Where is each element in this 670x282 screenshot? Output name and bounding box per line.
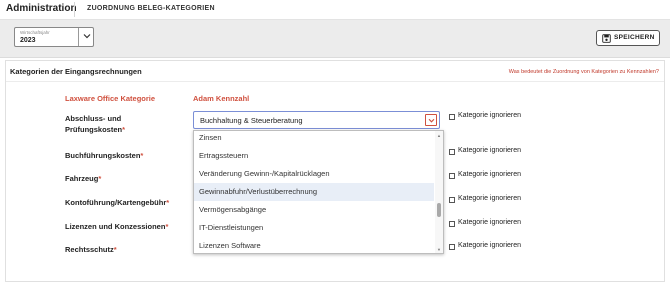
dropdown-option[interactable]: Veränderung Gewinn-/Kapitalrücklagen (194, 165, 434, 183)
fiscal-year-select[interactable]: Wirtschaftsjahr 2023 (14, 27, 94, 47)
scroll-down-icon[interactable]: ▼ (437, 247, 441, 252)
dropdown-option[interactable]: Vermögensabgänge (194, 201, 434, 219)
scrollbar-thumb[interactable] (437, 203, 441, 217)
kennzahl-select[interactable]: Buchhaltung & Steuerberatung (193, 111, 440, 129)
chevron-down-icon (428, 118, 435, 123)
row-label-line1: Abschluss- und (65, 114, 122, 123)
ignore-checkbox-row-6[interactable]: Kategorie ignorieren (449, 242, 549, 252)
app-title: Administration (6, 3, 77, 14)
column-header-category: Laxware Office Kategorie (65, 94, 156, 103)
checkbox-box[interactable] (449, 173, 455, 179)
panel-divider (6, 81, 664, 82)
ignore-checkbox-row-4[interactable]: Kategorie ignorieren (449, 195, 549, 205)
save-button-label: SPEICHERN (614, 34, 655, 41)
row-label-kontofuehrung: Kontoführung/Kartengebühr* (65, 198, 170, 207)
checkbox-label: Kategorie ignorieren (458, 112, 522, 119)
save-button[interactable]: SPEICHERN (596, 30, 660, 46)
checkbox-label: Kategorie ignorieren (458, 171, 522, 178)
page-title: ZUORDNUNG BELEG-KATEGORIEN (87, 5, 215, 12)
scroll-up-icon[interactable]: ▲ (437, 133, 441, 138)
row-label-rechtsschutz: Rechtsschutz* (65, 245, 117, 254)
select-divider (78, 28, 79, 46)
floppy-disk-icon (602, 34, 611, 43)
ignore-checkbox-row-3[interactable]: Kategorie ignorieren (449, 171, 549, 181)
category-panel: Kategorien der Eingangsrechnungen Was be… (5, 60, 665, 282)
row-label-fahrzeug: Fahrzeug* (65, 174, 102, 183)
dropdown-option-selected[interactable]: Gewinnabfuhr/Verlustüberrechnung (194, 183, 434, 201)
checkbox-box[interactable] (449, 221, 455, 227)
checkbox-box[interactable] (449, 149, 455, 155)
dropdown-scrollbar[interactable]: ▲ ▼ (435, 131, 443, 253)
checkbox-box[interactable] (449, 197, 455, 203)
dropdown-option[interactable]: IT-Dienstleistungen (194, 219, 434, 237)
fiscal-year-caption: Wirtschaftsjahr (20, 30, 50, 35)
checkbox-box[interactable] (449, 244, 455, 250)
dropdown-option[interactable]: Zinsen (194, 131, 434, 147)
chevron-down-icon[interactable] (82, 31, 92, 41)
toolbar: Wirtschaftsjahr 2023 SPEICHERN (0, 20, 670, 58)
checkbox-label: Kategorie ignorieren (458, 242, 522, 249)
checkbox-box[interactable] (449, 114, 455, 120)
column-header-kennzahl: Adam Kennzahl (193, 94, 250, 103)
header-divider (74, 2, 75, 17)
row-label-abschluss: Abschluss- und Prüfungskosten* (65, 113, 125, 135)
dropdown-option[interactable]: Lizenzen Software (194, 237, 434, 253)
checkbox-label: Kategorie ignorieren (458, 147, 522, 154)
kennzahl-select-value: Buchhaltung & Steuerberatung (200, 116, 303, 125)
dropdown-toggle-button[interactable] (425, 114, 437, 126)
fiscal-year-value: 2023 (20, 37, 36, 44)
ignore-checkbox-row-5[interactable]: Kategorie ignorieren (449, 219, 549, 229)
row-label-buchfuehrung: Buchführungskosten* (65, 151, 144, 160)
kennzahl-dropdown-list[interactable]: Zinsen Ertragssteuern Veränderung Gewinn… (193, 130, 444, 254)
row-label-line2: Prüfungskosten* (65, 125, 126, 134)
dropdown-option[interactable]: Ertragssteuern (194, 147, 434, 165)
ignore-checkbox-row-2[interactable]: Kategorie ignorieren (449, 147, 549, 157)
row-label-lizenzen: Lizenzen und Konzessionen* (65, 222, 169, 231)
checkbox-label: Kategorie ignorieren (458, 195, 522, 202)
help-link[interactable]: Was bedeutet die Zuordnung von Kategorie… (509, 69, 659, 75)
top-bar: Administration ZUORDNUNG BELEG-KATEGORIE… (0, 0, 670, 20)
ignore-checkbox-row-1[interactable]: Kategorie ignorieren (449, 112, 549, 122)
section-title: Kategorien der Eingangsrechnungen (10, 67, 142, 76)
checkbox-label: Kategorie ignorieren (458, 219, 522, 226)
